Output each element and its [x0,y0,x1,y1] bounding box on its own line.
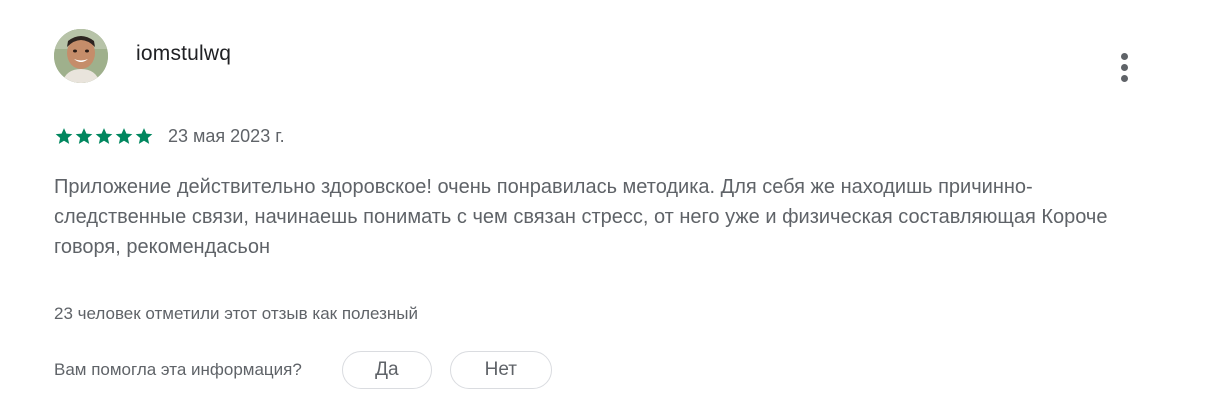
rating-row: 23 мая 2023 г. [54,124,285,148]
star-icon [55,128,73,144]
no-button[interactable]: Нет [449,351,552,389]
yes-button[interactable]: Да [341,351,432,389]
star-icon [115,128,133,144]
more-vertical-icon-dot [1120,74,1128,82]
review-date: 23 мая 2023 г. [168,125,285,146]
avatar [54,29,108,83]
helpful-count: 23 человек отметили этот отзыв как полез… [54,304,418,323]
review-header: iomstulwq [54,28,231,84]
star-rating [54,126,154,146]
review-text: Приложение действительно здоровское! оче… [54,176,1108,258]
review-card: iomstulwq 23 мая 2023 г. Приложение дейс… [0,0,1212,418]
star-icon [135,128,153,144]
star-icon [95,128,113,144]
more-vertical-icon [1120,52,1128,60]
feedback-question: Вам помогла эта информация? [54,360,302,379]
more-options-button[interactable] [1108,50,1140,84]
feedback-row: Вам помогла эта информация? Да Нет [54,350,552,390]
username: iomstulwq [136,42,232,65]
more-vertical-icon-dot [1120,63,1128,71]
star-icon [75,128,93,144]
